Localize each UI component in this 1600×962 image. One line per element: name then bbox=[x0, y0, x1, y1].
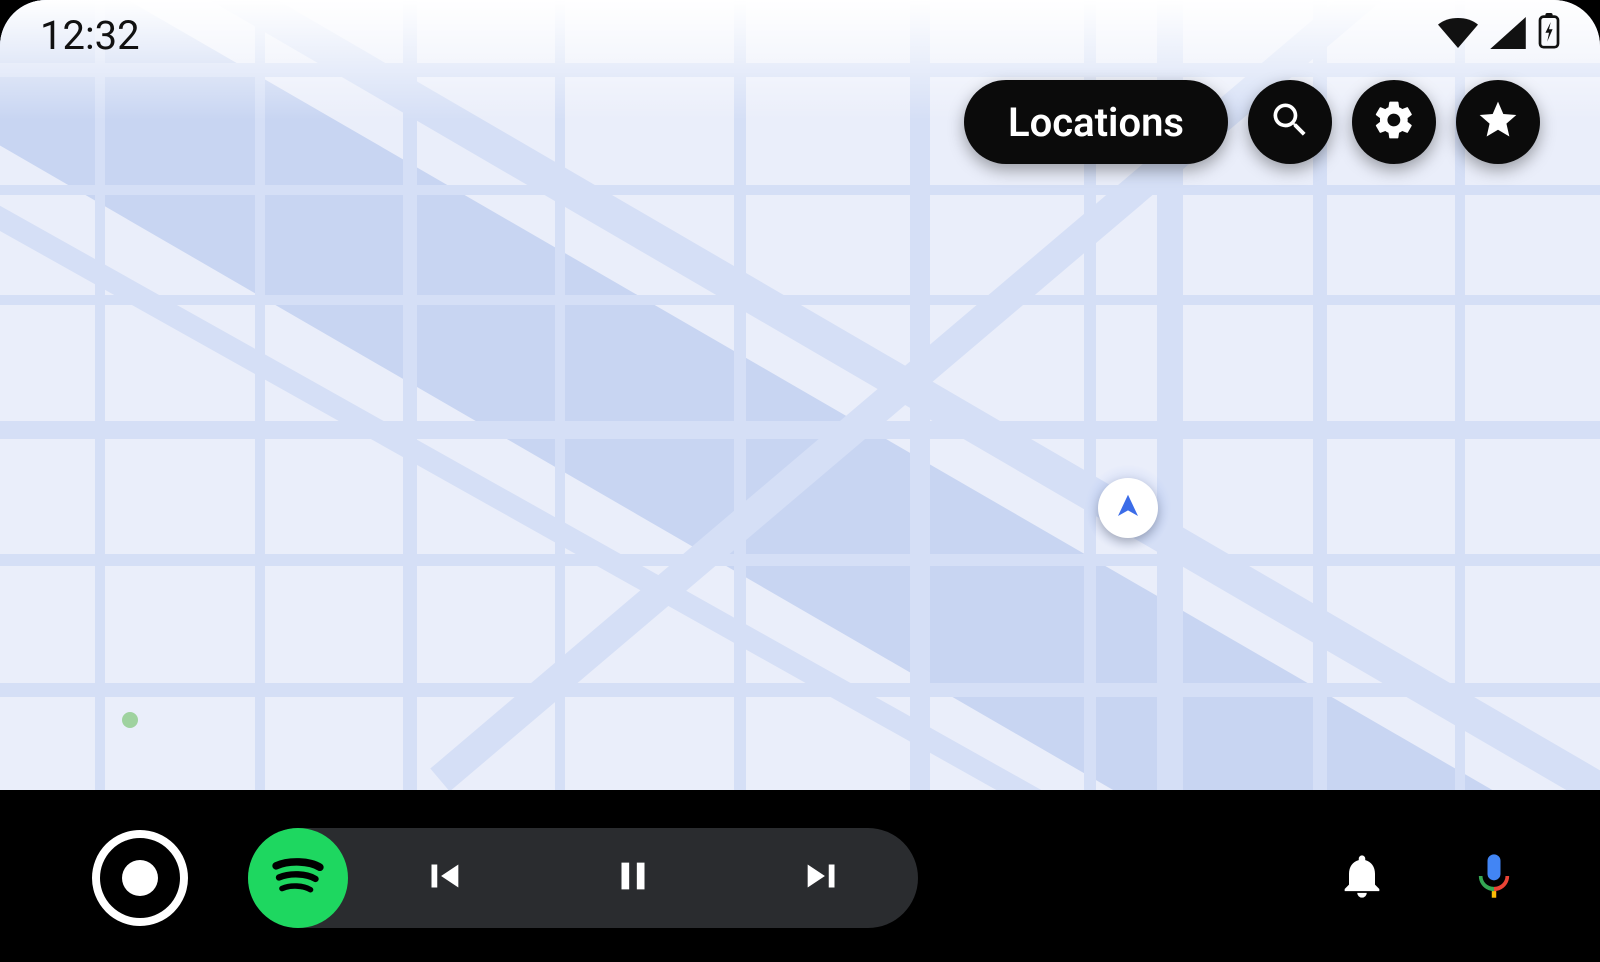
android-auto-screen: 12:32 Locations bbox=[0, 0, 1600, 962]
navigation-arrow-icon bbox=[1113, 491, 1143, 525]
spotify-icon bbox=[263, 841, 333, 915]
wifi-icon bbox=[1438, 12, 1478, 59]
play-pause-button[interactable] bbox=[538, 828, 728, 928]
cell-signal-icon bbox=[1490, 12, 1526, 59]
skip-previous-icon bbox=[420, 853, 466, 903]
favorites-button[interactable] bbox=[1456, 80, 1540, 164]
locations-button[interactable]: Locations bbox=[964, 80, 1228, 164]
status-time: 12:32 bbox=[40, 12, 140, 59]
gear-icon bbox=[1372, 98, 1416, 146]
locations-label: Locations bbox=[1008, 99, 1184, 146]
bell-icon bbox=[1336, 887, 1388, 906]
media-widget bbox=[248, 828, 918, 928]
assistant-button[interactable] bbox=[1468, 850, 1520, 906]
location-disc bbox=[1098, 478, 1158, 538]
notifications-button[interactable] bbox=[1336, 850, 1388, 906]
settings-button[interactable] bbox=[1352, 80, 1436, 164]
skip-next-icon bbox=[800, 853, 846, 903]
search-button[interactable] bbox=[1248, 80, 1332, 164]
map-toolbar: Locations bbox=[964, 80, 1540, 164]
bottom-dock bbox=[0, 798, 1600, 958]
spotify-app-button[interactable] bbox=[248, 828, 348, 928]
pause-icon bbox=[610, 853, 656, 903]
current-location-marker[interactable] bbox=[1084, 464, 1172, 552]
search-icon bbox=[1268, 98, 1312, 146]
star-icon bbox=[1476, 98, 1520, 146]
battery-charging-icon bbox=[1538, 12, 1560, 59]
dock-right bbox=[1336, 850, 1520, 906]
previous-track-button[interactable] bbox=[348, 828, 538, 928]
next-track-button[interactable] bbox=[728, 828, 918, 928]
status-bar: 12:32 bbox=[0, 0, 1600, 70]
home-button[interactable] bbox=[92, 830, 188, 926]
status-icons bbox=[1438, 12, 1560, 59]
assistant-mic-icon bbox=[1468, 887, 1520, 906]
